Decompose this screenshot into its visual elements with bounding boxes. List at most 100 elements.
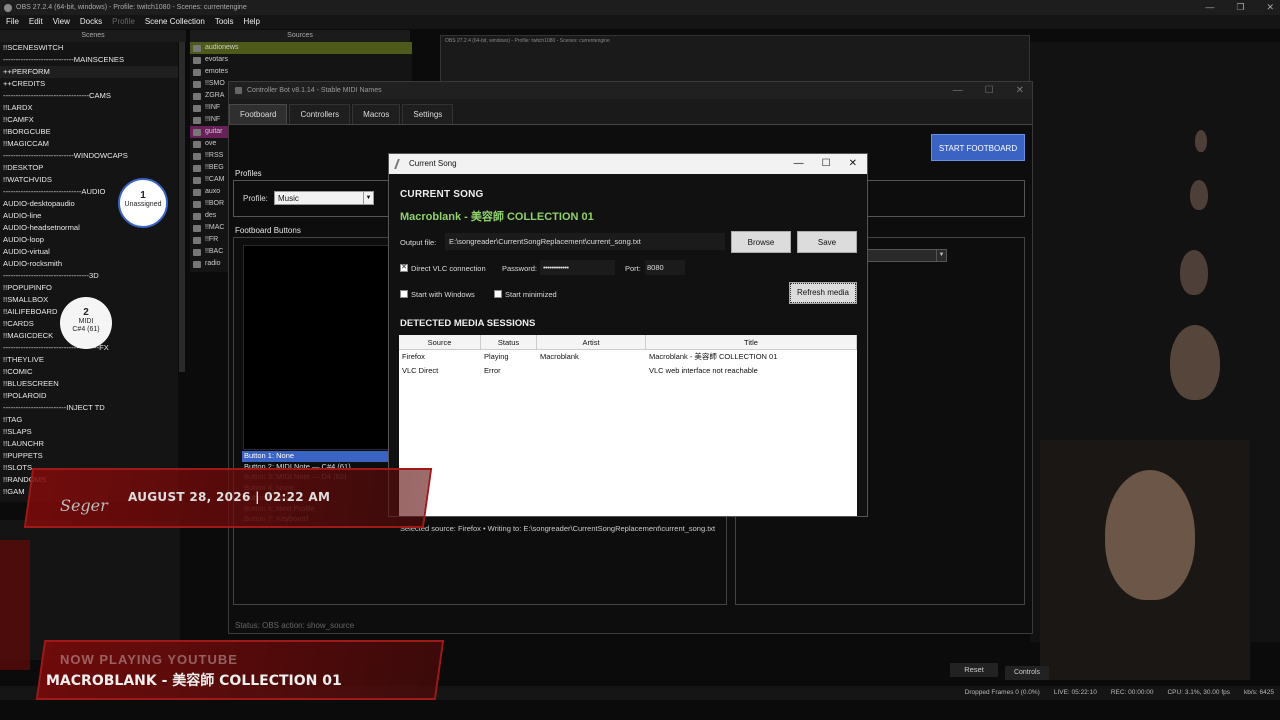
source-name: !!FR bbox=[205, 236, 219, 243]
source-type-icon bbox=[193, 164, 201, 172]
menu-profile[interactable]: Profile bbox=[112, 15, 135, 29]
save-button[interactable]: Save bbox=[797, 231, 857, 253]
column-status[interactable]: Status bbox=[481, 335, 537, 349]
column-source[interactable]: Source bbox=[399, 335, 481, 349]
controls-dock-button[interactable]: Controls bbox=[1005, 666, 1049, 680]
webcam-face bbox=[1105, 470, 1195, 600]
scene-item[interactable]: !!DESKTOP bbox=[0, 162, 178, 174]
scene-item[interactable]: ----------------------------MAINSCENES bbox=[0, 54, 178, 66]
menu-tools[interactable]: Tools bbox=[215, 15, 234, 29]
port-input[interactable]: 8080 bbox=[645, 260, 685, 275]
restore-icon[interactable]: ❐ bbox=[1236, 0, 1244, 15]
scene-item[interactable]: !!LAUNCHR bbox=[0, 438, 178, 450]
scene-item[interactable]: !!LARDX bbox=[0, 102, 178, 114]
source-type-icon bbox=[193, 92, 201, 100]
source-item[interactable]: audionews bbox=[190, 42, 412, 54]
start-minimized-checkbox[interactable] bbox=[494, 290, 502, 298]
footboard-button-assignment: Unassigned bbox=[124, 201, 162, 208]
footboard-button-list-item[interactable]: Button 1: None bbox=[242, 451, 388, 462]
source-type-icon bbox=[193, 212, 201, 220]
obs-titlebar: OBS 27.2.4 (64-bit, windows) - Profile: … bbox=[0, 0, 1280, 15]
scene-item[interactable]: AUDIO-virtual bbox=[0, 246, 178, 258]
tab-controllers[interactable]: Controllers bbox=[289, 104, 351, 124]
output-file-input[interactable]: E:\songreader\CurrentSongReplacement\cur… bbox=[445, 233, 725, 250]
footboard-button-2[interactable]: 2 MIDI C#4 (61) bbox=[60, 297, 112, 349]
table-header: Source Status Artist Title bbox=[399, 335, 857, 350]
source-item[interactable]: emotes bbox=[190, 66, 412, 78]
scene-item[interactable]: ++CREDITS bbox=[0, 78, 178, 90]
current-song-window-controls: — ☐ ✕ bbox=[794, 154, 857, 174]
table-row[interactable]: VLC Direct Error VLC web interface not r… bbox=[399, 364, 857, 378]
scene-item[interactable]: ----------------------------WINDOWCAPS bbox=[0, 150, 178, 162]
nested-preview-title: OBS 27.2.4 (64-bit, windows) - Profile: … bbox=[445, 38, 610, 44]
scenes-scrollbar[interactable] bbox=[179, 42, 185, 372]
scene-item[interactable]: !!TAG bbox=[0, 414, 178, 426]
password-input[interactable]: •••••••••••• bbox=[540, 260, 615, 275]
scene-item[interactable]: !!BLUESCREEN bbox=[0, 378, 178, 390]
source-name: !!CAM bbox=[205, 176, 225, 183]
scene-item[interactable]: !!COMIC bbox=[0, 366, 178, 378]
source-type-icon bbox=[193, 128, 201, 136]
menu-view[interactable]: View bbox=[53, 15, 70, 29]
overlay-frame bbox=[0, 540, 30, 670]
sources-header: Sources bbox=[190, 30, 410, 42]
obs-window-title: OBS 27.2.4 (64-bit, windows) - Profile: … bbox=[16, 4, 247, 11]
column-artist[interactable]: Artist bbox=[537, 335, 646, 349]
scene-item[interactable]: !!MAGICCAM bbox=[0, 138, 178, 150]
gamepad-icon bbox=[235, 87, 242, 94]
detected-media-sessions-heading: DETECTED MEDIA SESSIONS bbox=[400, 318, 536, 329]
scene-item[interactable]: !!SCENESWITCH bbox=[0, 42, 178, 54]
menu-help[interactable]: Help bbox=[244, 15, 260, 29]
minimize-icon[interactable]: — bbox=[794, 154, 804, 174]
footboard-button-1[interactable]: 1 Unassigned bbox=[118, 178, 168, 228]
cell-status: Error bbox=[484, 366, 501, 375]
maximize-icon[interactable]: ☐ bbox=[985, 82, 994, 99]
scene-item[interactable]: !!BORGCUBE bbox=[0, 126, 178, 138]
scene-item[interactable]: -------------------------INJECT TD bbox=[0, 402, 178, 414]
direct-vlc-checkbox[interactable]: ✕ bbox=[400, 264, 408, 272]
start-with-windows-checkbox[interactable] bbox=[400, 290, 408, 298]
dropped-frames: Dropped Frames 0 (0.0%) bbox=[964, 689, 1040, 696]
profile-select[interactable]: Music ▼ bbox=[274, 191, 374, 205]
scene-item[interactable]: !!POPUPINFO bbox=[0, 282, 178, 294]
close-icon[interactable]: ✕ bbox=[1016, 82, 1024, 99]
close-icon[interactable]: ✕ bbox=[1266, 0, 1274, 15]
browse-button[interactable]: Browse bbox=[731, 231, 791, 253]
scene-item[interactable]: AUDIO-loop bbox=[0, 234, 178, 246]
refresh-media-button[interactable]: Refresh media bbox=[789, 282, 857, 304]
scene-item[interactable]: !!POLAROID bbox=[0, 390, 178, 402]
menu-docks[interactable]: Docks bbox=[80, 15, 102, 29]
webcam-face-echo bbox=[1190, 180, 1208, 210]
chevron-down-icon: ▼ bbox=[936, 250, 946, 261]
start-footboard-button[interactable]: START FOOTBOARD bbox=[931, 134, 1025, 161]
scene-item[interactable]: !!SLAPS bbox=[0, 426, 178, 438]
bitrate: kb/s: 6425 bbox=[1244, 689, 1274, 696]
menu-file[interactable]: File bbox=[6, 15, 19, 29]
scene-item[interactable]: ----------------------------------CAMS bbox=[0, 90, 178, 102]
source-type-icon bbox=[193, 152, 201, 160]
minimize-icon[interactable]: — bbox=[953, 82, 963, 99]
maximize-icon[interactable]: ☐ bbox=[822, 154, 831, 174]
tab-settings[interactable]: Settings bbox=[402, 104, 454, 124]
scene-item[interactable]: ----------------------------------3D bbox=[0, 270, 178, 282]
scene-item[interactable]: !!PUPPETS bbox=[0, 450, 178, 462]
tab-macros[interactable]: Macros bbox=[352, 104, 401, 124]
obs-window-controls: — ❐ ✕ bbox=[1205, 0, 1274, 15]
tab-footboard[interactable]: Footboard bbox=[229, 104, 288, 124]
current-song-heading: CURRENT SONG bbox=[400, 189, 484, 200]
scene-item[interactable]: !!CAMFX bbox=[0, 114, 178, 126]
source-item[interactable]: evotars bbox=[190, 54, 412, 66]
scene-item[interactable]: !!THEYLIVE bbox=[0, 354, 178, 366]
scene-item[interactable]: ++PERFORM bbox=[0, 66, 178, 78]
scene-item[interactable]: AUDIO-rocksmith bbox=[0, 258, 178, 270]
menu-edit[interactable]: Edit bbox=[29, 15, 43, 29]
footboard-button-number: 2 bbox=[83, 307, 89, 318]
minimize-icon[interactable]: — bbox=[1205, 0, 1214, 15]
close-icon[interactable]: ✕ bbox=[849, 154, 857, 174]
profiles-label: Profiles bbox=[235, 169, 262, 178]
menu-scene-collection[interactable]: Scene Collection bbox=[145, 15, 205, 29]
reset-button[interactable]: Reset bbox=[950, 663, 998, 677]
table-row[interactable]: Firefox Playing Macroblank Macroblank - … bbox=[399, 350, 857, 364]
controller-bot-tabs: Footboard Controllers Macros Settings bbox=[229, 104, 455, 124]
column-title[interactable]: Title bbox=[646, 335, 857, 349]
